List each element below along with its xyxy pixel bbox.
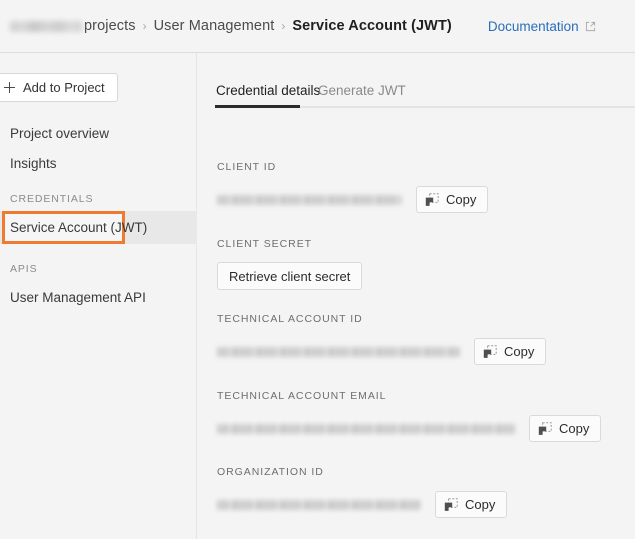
- field-row-technical-account-email: Copy: [217, 415, 602, 442]
- breadcrumb-separator: ›: [281, 19, 286, 33]
- breadcrumb-item-projects[interactable]: projects: [84, 18, 136, 34]
- plus-icon: [4, 82, 15, 93]
- field-technical-account-id: TECHNICAL ACCOUNT ID Copy: [217, 313, 547, 365]
- field-organization-id: ORGANIZATION ID Copy: [217, 466, 508, 518]
- field-client-secret: CLIENT SECRET Retrieve client secret: [217, 238, 363, 290]
- sidebar-item-user-management-api[interactable]: User Management API: [10, 290, 146, 305]
- client-id-value: [217, 194, 402, 205]
- copy-client-id-label: Copy: [446, 192, 477, 207]
- field-row-organization-id: Copy: [217, 491, 508, 518]
- sidebar-heading-apis: APIS: [10, 263, 38, 275]
- sidebar-item-service-account-jwt[interactable]: Service Account (JWT): [10, 220, 147, 235]
- field-client-id: CLIENT ID Copy: [217, 161, 489, 213]
- sidebar: Add to Project Project overview Insights…: [0, 53, 197, 539]
- copy-technical-account-id-button[interactable]: Copy: [474, 338, 547, 365]
- add-to-project-label: Add to Project: [23, 80, 105, 95]
- breadcrumb-item-company[interactable]: Hidden Company: [10, 20, 82, 32]
- copy-icon: [444, 497, 458, 511]
- copy-icon: [425, 192, 439, 206]
- organization-id-value: [217, 499, 421, 510]
- tab-active-underline: [215, 105, 300, 108]
- documentation-label: Documentation: [487, 18, 579, 34]
- main-content: Credential details Generate JWT CLIENT I…: [198, 53, 635, 539]
- field-label-client-id: CLIENT ID: [217, 161, 277, 173]
- page-header: Hidden Company projects › User Managemen…: [0, 0, 635, 53]
- copy-client-id-button[interactable]: Copy: [416, 186, 489, 213]
- tab-credential-details[interactable]: Credential details: [216, 83, 320, 98]
- tab-generate-jwt[interactable]: Generate JWT: [318, 83, 406, 98]
- copy-organization-id-button[interactable]: Copy: [435, 491, 508, 518]
- retrieve-client-secret-button[interactable]: Retrieve client secret: [217, 262, 363, 290]
- external-link-icon: [585, 21, 595, 31]
- field-technical-account-email: TECHNICAL ACCOUNT EMAIL Copy: [217, 390, 602, 442]
- copy-icon: [538, 421, 552, 435]
- field-label-organization-id: ORGANIZATION ID: [217, 466, 324, 478]
- add-to-project-button[interactable]: Add to Project: [0, 73, 118, 102]
- copy-icon: [483, 344, 497, 358]
- breadcrumb-item-current: Service Account (JWT): [292, 18, 452, 34]
- sidebar-item-insights[interactable]: Insights: [10, 156, 57, 171]
- field-row-technical-account-id: Copy: [217, 338, 547, 365]
- breadcrumb-separator: ›: [142, 19, 147, 33]
- retrieve-client-secret-label: Retrieve client secret: [229, 268, 351, 284]
- sidebar-heading-credentials: CREDENTIALS: [10, 193, 94, 205]
- copy-technical-account-email-button[interactable]: Copy: [529, 415, 602, 442]
- copy-technical-account-email-label: Copy: [559, 421, 590, 436]
- technical-account-id-value: [217, 346, 460, 357]
- console-page: Hidden Company projects › User Managemen…: [0, 0, 635, 539]
- field-label-technical-account-id: TECHNICAL ACCOUNT ID: [217, 313, 363, 325]
- field-label-technical-account-email: TECHNICAL ACCOUNT EMAIL: [217, 390, 387, 402]
- sidebar-item-project-overview[interactable]: Project overview: [10, 126, 109, 141]
- copy-organization-id-label: Copy: [465, 497, 496, 512]
- breadcrumb: Hidden Company projects › User Managemen…: [10, 18, 452, 34]
- field-row-client-id: Copy: [217, 186, 489, 213]
- technical-account-email-value: [217, 423, 515, 434]
- field-label-client-secret: CLIENT SECRET: [217, 238, 313, 250]
- documentation-link[interactable]: Documentation: [488, 19, 596, 34]
- copy-technical-account-id-label: Copy: [504, 344, 535, 359]
- tab-bar: Credential details Generate JWT: [198, 53, 635, 111]
- breadcrumb-item-user-management[interactable]: User Management: [154, 18, 275, 34]
